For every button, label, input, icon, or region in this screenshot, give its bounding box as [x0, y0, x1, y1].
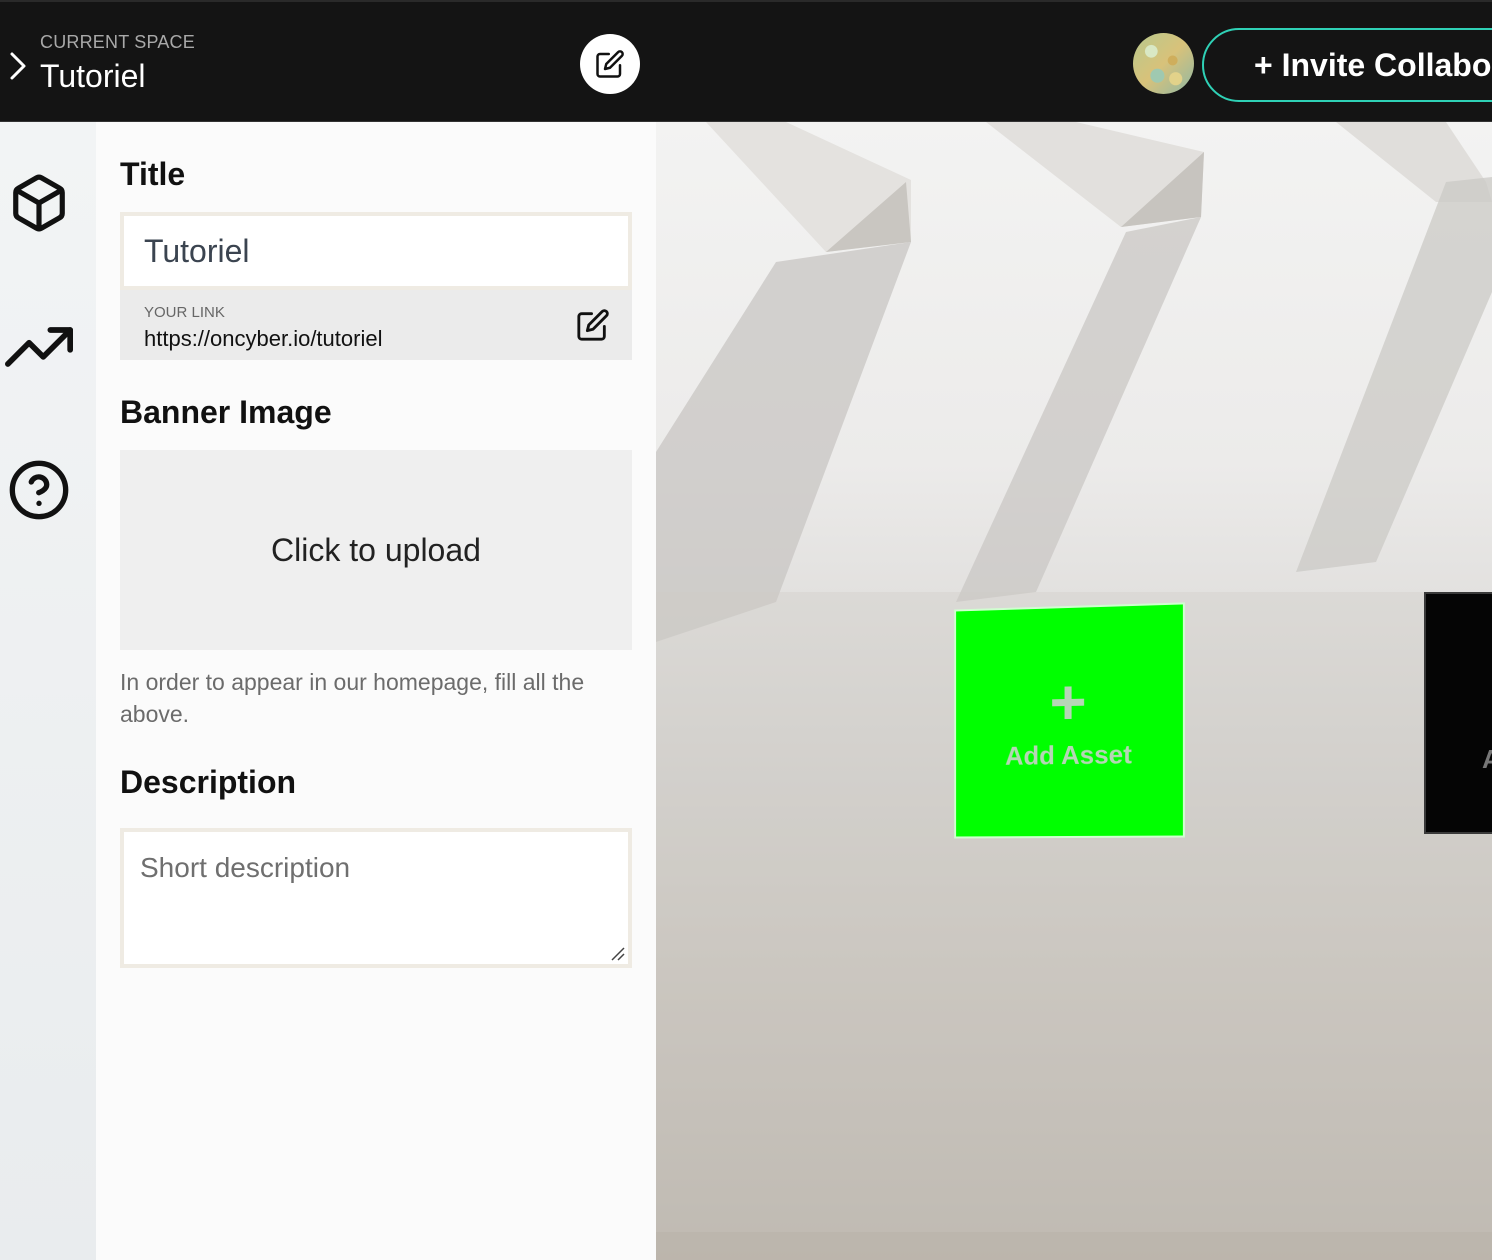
help-circle-icon [9, 460, 69, 520]
description-placeholder: Short description [140, 852, 351, 883]
sidebar-item-analytics[interactable] [4, 312, 74, 382]
sidebar-item-help[interactable] [4, 455, 74, 525]
edit-link-icon[interactable] [576, 308, 610, 342]
title-input[interactable]: Tutoriel [120, 212, 632, 290]
link-box: YOUR LINK https://oncyber.io/tutoriel [120, 290, 632, 360]
asset-frame-label: A [1482, 744, 1492, 774]
current-space-label: CURRENT SPACE [40, 32, 195, 52]
invite-collaborator-button[interactable]: + Invite Collabor [1202, 28, 1492, 102]
current-space-name: Tutoriel [40, 58, 146, 94]
banner-image-heading: Banner Image [120, 394, 332, 430]
add-asset-tile[interactable]: + Add Asset [954, 602, 1185, 839]
trending-up-icon [5, 327, 73, 367]
link-label: YOUR LINK [144, 304, 225, 321]
sidebar-item-assets[interactable] [4, 168, 74, 238]
link-url: https://oncyber.io/tutoriel [144, 326, 383, 351]
space-settings-panel: Title Tutoriel YOUR LINK https://oncyber… [96, 122, 656, 1260]
resize-handle-icon[interactable] [610, 946, 626, 962]
asset-frame[interactable]: A [1424, 592, 1492, 834]
edit-space-button[interactable] [580, 34, 640, 94]
edit-icon [596, 50, 624, 78]
title-heading: Title [120, 156, 186, 192]
upload-label: Click to upload [271, 531, 481, 568]
top-bar: CURRENT SPACE Tutoriel + Invite Collabor [0, 0, 1492, 122]
chevron-right-icon[interactable] [6, 48, 30, 84]
cube-icon [13, 174, 65, 232]
homepage-hint: In order to appear in our homepage, fill… [120, 669, 585, 727]
left-rail [0, 122, 96, 1260]
description-heading: Description [120, 764, 297, 800]
banner-upload-area[interactable]: Click to upload [120, 450, 632, 650]
plus-icon: + [1049, 665, 1087, 738]
avatar[interactable] [1133, 33, 1194, 94]
add-asset-label: Add Asset [1005, 738, 1132, 771]
description-textarea[interactable]: Short description [120, 828, 632, 968]
